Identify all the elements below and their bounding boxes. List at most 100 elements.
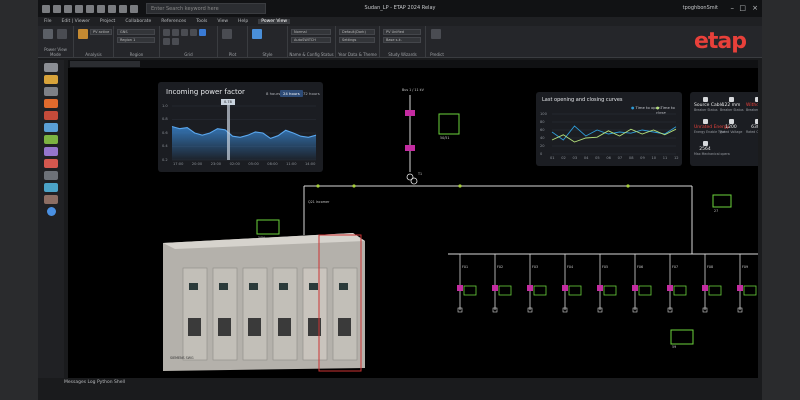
open-folder-icon[interactable]: [64, 4, 72, 13]
align-icon[interactable]: [172, 29, 179, 36]
fuse-tool-icon[interactable]: [44, 195, 58, 204]
quick-access-toolbar: [42, 4, 138, 13]
ribbon-toolbar: Power View Mode PV active Analysis GNS R…: [38, 26, 762, 58]
config-dropdown[interactable]: Normal: [291, 29, 331, 35]
grid-icon[interactable]: [163, 29, 170, 36]
bus-node[interactable]: [352, 184, 356, 188]
menu-item-project[interactable]: Project: [100, 19, 115, 24]
kpi-tile: WithdrawnBreaker Status: [746, 97, 758, 112]
redo-icon[interactable]: [108, 4, 116, 13]
ct-tool-icon[interactable]: [44, 183, 58, 192]
region-dropdown[interactable]: GNS: [117, 29, 155, 35]
switchgear-cabinet[interactable]: [332, 267, 358, 361]
bus-tool-icon[interactable]: [44, 87, 58, 96]
bus-node[interactable]: [316, 184, 320, 188]
new-file-icon[interactable]: [53, 4, 61, 13]
menu-item-help[interactable]: Help: [238, 19, 248, 24]
plot-icon[interactable]: [222, 29, 232, 39]
switchgear-cabinet[interactable]: [182, 267, 208, 361]
cable-tool-icon[interactable]: [44, 123, 58, 132]
curve-x-tick: 07: [617, 156, 623, 160]
pf-cursor[interactable]: [227, 102, 230, 160]
menu-item-view[interactable]: View: [217, 19, 228, 24]
feeder-relay[interactable]: [603, 285, 617, 296]
switchgear-cabinet[interactable]: [272, 267, 298, 361]
switchgear-cabinet[interactable]: [302, 267, 328, 361]
feeder-relay[interactable]: [463, 285, 477, 296]
zoom-icon[interactable]: [163, 38, 170, 45]
transformer-tool-icon[interactable]: [44, 99, 58, 108]
feeder-relay[interactable]: [638, 285, 652, 296]
menu-item-tools[interactable]: Tools: [196, 19, 207, 24]
feeder-relay[interactable]: [533, 285, 547, 296]
search-icon[interactable]: [119, 4, 127, 13]
feeder-breaker[interactable]: [667, 285, 673, 291]
relay-tool-icon[interactable]: [44, 159, 58, 168]
feeder-breaker[interactable]: [737, 285, 743, 291]
run-icon[interactable]: [130, 4, 138, 13]
menu-item-collaborate[interactable]: Collaborate: [125, 19, 151, 24]
meter-tool-icon[interactable]: [44, 171, 58, 180]
color-icon[interactable]: [199, 29, 206, 36]
study-case-dropdown[interactable]: Base s.k.: [383, 37, 421, 43]
incomer-relay[interactable]: [438, 113, 460, 135]
print-icon[interactable]: [86, 4, 94, 13]
search-input[interactable]: Enter Search keyword here: [146, 3, 266, 14]
menu-item-references[interactable]: References: [161, 19, 186, 24]
user-account[interactable]: tpoghbonSmit: [683, 5, 718, 11]
source-tool-icon[interactable]: [44, 75, 58, 84]
bus-node[interactable]: [626, 184, 630, 188]
status-dropdown[interactable]: AutoSWITCH: [291, 37, 331, 43]
switchgear-cabinet[interactable]: [212, 267, 238, 361]
feeder-breaker[interactable]: [527, 285, 533, 291]
switchgear-cabinet[interactable]: [242, 267, 268, 361]
minimize-icon[interactable]: –: [731, 4, 735, 12]
motor-tool-icon[interactable]: [44, 147, 58, 156]
predict-icon[interactable]: [431, 29, 441, 39]
feeder-breaker[interactable]: [632, 285, 638, 291]
kpi-icon: [754, 119, 758, 124]
feeder-breaker[interactable]: [492, 285, 498, 291]
menu-item-power-view[interactable]: Power View: [258, 19, 291, 24]
fit-icon[interactable]: [190, 29, 197, 36]
feeder-breaker[interactable]: [702, 285, 708, 291]
breaker-tool-icon[interactable]: [44, 111, 58, 120]
style-icon[interactable]: [252, 29, 262, 39]
kpi-icon: [702, 97, 708, 102]
study-dropdown[interactable]: PV Unified: [383, 29, 421, 35]
power-view-mode-icon[interactable]: [43, 29, 53, 39]
menu-item-file[interactable]: File: [44, 19, 52, 24]
incomer-meter[interactable]: [405, 145, 415, 151]
theme-dropdown[interactable]: Default(Dark): [339, 29, 375, 35]
mode-dropdown[interactable]: PV active: [90, 29, 112, 35]
close-icon[interactable]: ×: [752, 4, 758, 12]
transformer-secondary-symbol[interactable]: [410, 177, 418, 185]
analysis-icon[interactable]: [78, 29, 88, 39]
feeder-breaker[interactable]: [562, 285, 568, 291]
feeder-relay[interactable]: [673, 285, 687, 296]
feeder-relay-right[interactable]: [712, 194, 732, 208]
settings-dropdown[interactable]: Settings: [339, 37, 375, 43]
feeder-relay[interactable]: [498, 285, 512, 296]
edit-mode-icon[interactable]: [57, 29, 67, 39]
etap-app-icon[interactable]: [42, 4, 50, 13]
undo-icon[interactable]: [97, 4, 105, 13]
pointer-tool-icon[interactable]: [44, 63, 58, 72]
feeder-relay[interactable]: [743, 285, 757, 296]
feeder-relay-bottom[interactable]: [670, 329, 694, 345]
feeder-relay[interactable]: [708, 285, 722, 296]
feeder-breaker[interactable]: [597, 285, 603, 291]
bus-node[interactable]: [458, 184, 462, 188]
one-line-diagram-canvas[interactable]: Bus 1 / 11 kV T1 Q21 Incomer 50/51 50N 2…: [68, 60, 758, 378]
maximize-icon[interactable]: □: [739, 4, 746, 12]
save-icon[interactable]: [75, 4, 83, 13]
menu-item-edit-viewer[interactable]: Edit | Viewer: [62, 19, 90, 24]
feeder-relay[interactable]: [568, 285, 582, 296]
snap-icon[interactable]: [181, 29, 188, 36]
region-select-dropdown[interactable]: Region 1: [117, 37, 155, 43]
incomer-breaker[interactable]: [405, 110, 415, 116]
globe-tool-icon[interactable]: [46, 207, 56, 216]
load-tool-icon[interactable]: [44, 135, 58, 144]
feeder-breaker[interactable]: [457, 285, 463, 291]
pan-icon[interactable]: [172, 38, 179, 45]
